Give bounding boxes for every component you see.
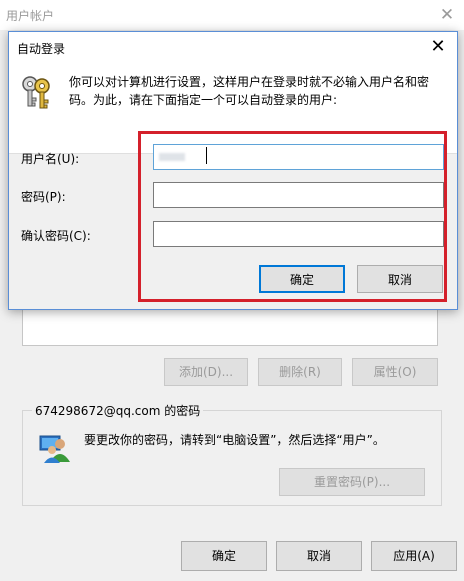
username-label: 用户名(U): <box>21 152 80 166</box>
auto-login-ok-button[interactable]: 确定 <box>259 265 345 293</box>
properties-button[interactable]: 属性(O) <box>352 358 438 386</box>
footer-bar: 确定 取消 应用(A) <box>0 532 464 581</box>
reset-password-button[interactable]: 重置密码(P)... <box>279 468 425 496</box>
apply-button[interactable]: 应用(A) <box>371 541 457 571</box>
confirm-password-field[interactable] <box>153 221 444 247</box>
cancel-button[interactable]: 取消 <box>276 541 362 571</box>
password-change-message: 要更改你的密码，请转到“电脑设置”，然后选择“用户”。 <box>84 433 385 447</box>
remove-user-button[interactable]: 删除(R) <box>258 358 342 386</box>
auto-login-description-area: 你可以对计算机进行设置，这样用户在登录时就不必输入用户名和密码。为此，请在下面指… <box>9 62 457 154</box>
ok-button[interactable]: 确定 <box>181 541 267 571</box>
user-accounts-titlebar: 用户帐户 ✕ <box>0 0 464 30</box>
auto-login-dialog: 自动登录 ✕ 你可以对计算机进行设置，这样用户在登录时就不必输入用户名和密码。为… <box>8 31 458 310</box>
user-accounts-title: 用户帐户 <box>6 9 55 23</box>
confirm-password-label: 确认密码(C): <box>21 229 91 243</box>
password-group-legend: 674298672@qq.com 的密码 <box>32 402 204 419</box>
keys-icon <box>22 76 50 109</box>
username-field[interactable] <box>153 144 444 170</box>
password-field[interactable] <box>153 182 444 208</box>
auto-login-title: 自动登录 <box>17 42 66 56</box>
close-icon[interactable]: ✕ <box>427 36 449 58</box>
users-icon <box>39 435 70 463</box>
username-value-redacted <box>159 153 185 161</box>
auto-login-cancel-button[interactable]: 取消 <box>357 265 443 293</box>
password-label: 密码(P): <box>21 190 66 204</box>
auto-login-description: 你可以对计算机进行设置，这样用户在登录时就不必输入用户名和密码。为此，请在下面指… <box>69 75 430 107</box>
auto-login-titlebar: 自动登录 ✕ <box>9 32 457 62</box>
text-caret <box>206 147 207 164</box>
close-icon[interactable]: ✕ <box>436 4 458 26</box>
add-user-button[interactable]: 添加(D)... <box>164 358 248 386</box>
